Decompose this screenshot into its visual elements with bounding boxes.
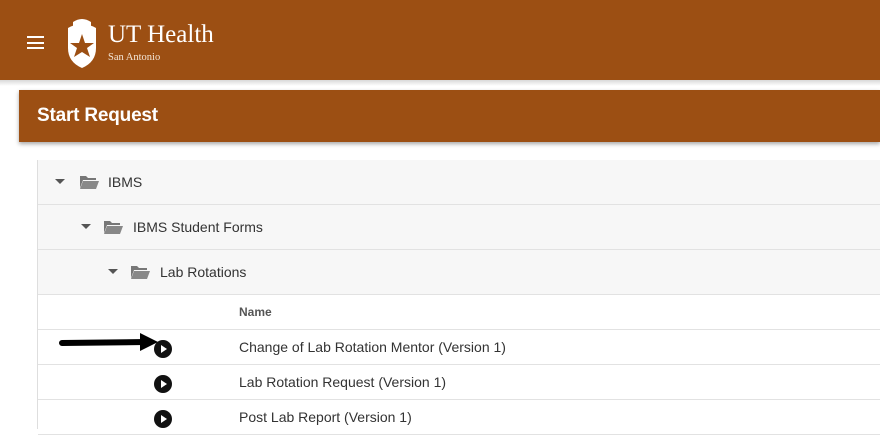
caret-down-icon[interactable] — [81, 224, 91, 229]
form-row-post-lab-report[interactable]: Post Lab Report (Version 1) — [38, 400, 880, 435]
folder-label: Lab Rotations — [160, 264, 247, 280]
hamburger-menu-icon[interactable] — [27, 36, 44, 49]
folder-open-icon — [131, 266, 150, 279]
play-circle-icon[interactable] — [153, 374, 173, 394]
column-header-row: Name — [38, 295, 880, 330]
form-label[interactable]: Post Lab Report (Version 1) — [239, 409, 412, 425]
caret-down-icon[interactable] — [108, 269, 118, 274]
play-circle-icon[interactable] — [153, 409, 173, 429]
request-tree: IBMS IBMS Student Forms Lab Rotations Na… — [37, 160, 880, 435]
annotation-arrow-icon — [59, 333, 158, 351]
page-title: Start Request — [37, 105, 158, 126]
topbar-shadow — [0, 80, 880, 86]
brand-name: UT Health — [108, 21, 214, 48]
start-request-header: Start Request — [19, 90, 880, 142]
folder-label: IBMS — [108, 174, 143, 190]
brand-subtitle: San Antonio — [108, 52, 161, 63]
folder-open-icon — [104, 221, 123, 234]
top-app-bar: UT Health San Antonio — [0, 0, 880, 80]
tree-folder-lab-rotations[interactable]: Lab Rotations — [38, 250, 880, 295]
column-header-name[interactable]: Name — [239, 305, 272, 319]
form-row-change-mentor[interactable]: Change of Lab Rotation Mentor (Version 1… — [38, 330, 880, 365]
form-row-lab-rotation-request[interactable]: Lab Rotation Request (Version 1) — [38, 365, 880, 400]
ut-health-shield-logo — [68, 19, 96, 68]
folder-open-icon — [80, 176, 99, 189]
form-label[interactable]: Change of Lab Rotation Mentor (Version 1… — [239, 339, 506, 355]
folder-label: IBMS Student Forms — [133, 219, 263, 235]
form-label[interactable]: Lab Rotation Request (Version 1) — [239, 374, 446, 390]
caret-down-icon[interactable] — [55, 179, 65, 184]
tree-folder-ibms[interactable]: IBMS — [38, 160, 880, 205]
tree-folder-ibms-student-forms[interactable]: IBMS Student Forms — [38, 205, 880, 250]
